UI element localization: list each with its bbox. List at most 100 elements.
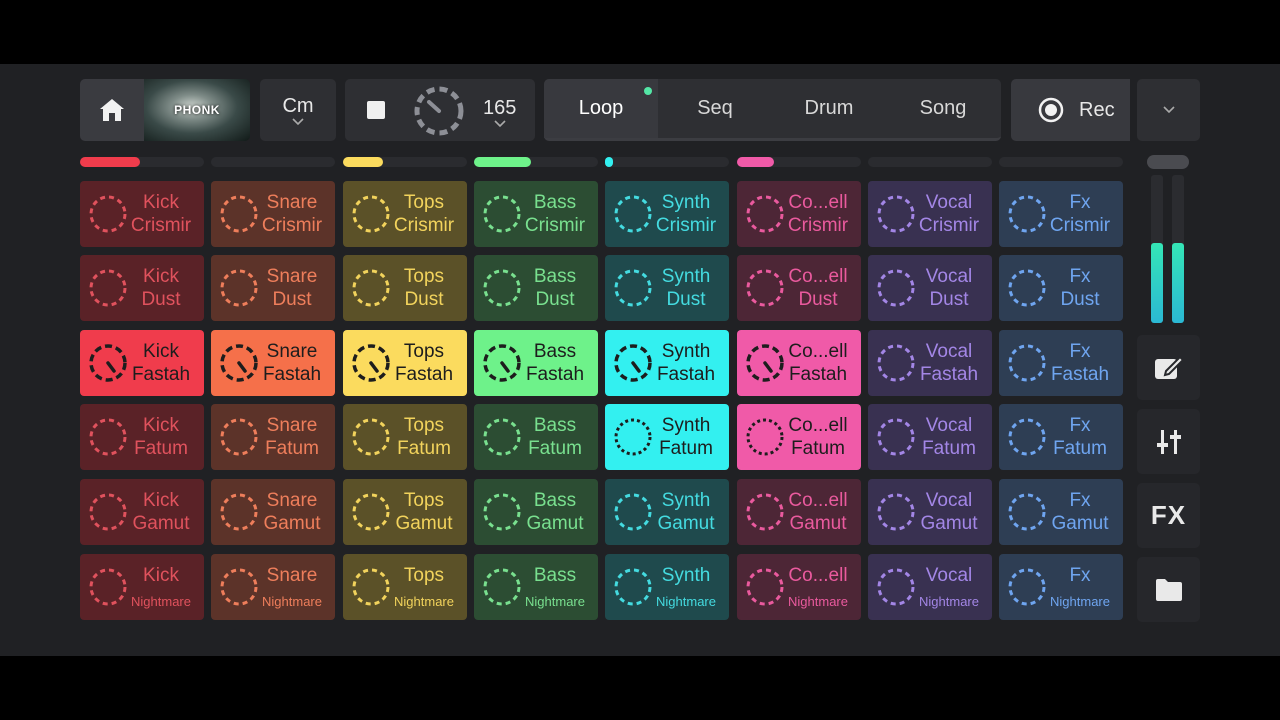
pad-coell-dust[interactable]: Co...ell Dust: [737, 255, 861, 321]
home-button[interactable]: [80, 79, 144, 141]
pad-fx-dust[interactable]: Fx Dust: [999, 255, 1123, 321]
pad-scene-name: Nightmare: [525, 594, 585, 609]
track-level-bar: [605, 157, 729, 167]
pad-track-name: Co...ell: [788, 341, 848, 362]
pad-scene-name: Crismir: [393, 215, 455, 236]
menu-dropdown-button[interactable]: [1137, 79, 1200, 141]
pad-fx-fatum[interactable]: Fx Fatum: [999, 404, 1123, 470]
stop-button[interactable]: [367, 101, 385, 119]
tab-drum[interactable]: Drum: [772, 79, 886, 138]
pad-snare-nightmare[interactable]: Snare Nightmare: [211, 554, 335, 620]
pad-vocal-fatum[interactable]: Vocal Fatum: [868, 404, 992, 470]
pad-fx-fastah[interactable]: Fx Fastah: [999, 330, 1123, 396]
pad-scene-name: Dust: [535, 289, 575, 310]
pad-coell-gamut[interactable]: Co...ell Gamut: [737, 479, 861, 545]
pad-scene-name: Crismir: [918, 215, 980, 236]
pad-track-name: Co...ell: [788, 266, 848, 287]
pad-snare-fastah[interactable]: Snare Fastah: [211, 330, 335, 396]
pad-scene-name: Fatum: [659, 438, 713, 459]
pad-synth-nightmare[interactable]: Synth Nightmare: [605, 554, 729, 620]
pad-scene-name: Fastah: [131, 364, 191, 385]
pad-kick-gamut[interactable]: Kick Gamut: [80, 479, 204, 545]
pad-track-name: Bass: [533, 565, 577, 586]
key-selector[interactable]: Cm: [260, 79, 336, 141]
pad-synth-fastah[interactable]: Synth Fastah: [605, 330, 729, 396]
track-level-fill: [343, 157, 383, 167]
pad-scene-name: Fastah: [919, 364, 979, 385]
files-button[interactable]: [1137, 557, 1200, 622]
pad-scene-name: Gamut: [526, 513, 584, 534]
pad-vocal-nightmare[interactable]: Vocal Nightmare: [868, 554, 992, 620]
pad-kick-nightmare[interactable]: Kick Nightmare: [80, 554, 204, 620]
pad-vocal-crismir[interactable]: Vocal Crismir: [868, 181, 992, 247]
pad-synth-crismir[interactable]: Synth Crismir: [605, 181, 729, 247]
pad-bass-fatum[interactable]: Bass Fatum: [474, 404, 598, 470]
pad-bass-dust[interactable]: Bass Dust: [474, 255, 598, 321]
tab-loop[interactable]: Loop: [544, 79, 658, 138]
pad-bass-gamut[interactable]: Bass Gamut: [474, 479, 598, 545]
tab-seq[interactable]: Seq: [658, 79, 772, 138]
pad-kick-fastah[interactable]: Kick Fastah: [80, 330, 204, 396]
pad-snare-gamut[interactable]: Snare Gamut: [211, 479, 335, 545]
pad-coell-nightmare[interactable]: Co...ell Nightmare: [737, 554, 861, 620]
pad-track-name: Snare: [266, 266, 318, 287]
pad-fx-nightmare[interactable]: Fx Nightmare: [999, 554, 1123, 620]
key-value: Cm: [282, 94, 314, 117]
master-volume[interactable]: [1147, 155, 1189, 323]
pad-tops-dust[interactable]: Tops Dust: [343, 255, 467, 321]
pad-track-name: Synth: [661, 266, 711, 287]
pad-vocal-gamut[interactable]: Vocal Gamut: [868, 479, 992, 545]
volume-knob[interactable]: [1147, 155, 1189, 169]
pad-scene-name: Dust: [798, 289, 838, 310]
pad-track-name: Synth: [661, 490, 711, 511]
track-level-bar: [211, 157, 335, 167]
tempo-value[interactable]: 165: [483, 97, 516, 128]
pad-scene-name: Fatum: [397, 438, 451, 459]
pad-snare-crismir[interactable]: Snare Crismir: [211, 181, 335, 247]
pad-track-name: Kick: [143, 490, 179, 511]
pad-tops-gamut[interactable]: Tops Gamut: [343, 479, 467, 545]
pad-tops-fatum[interactable]: Tops Fatum: [343, 404, 467, 470]
record-button[interactable]: Rec: [1011, 79, 1130, 141]
pad-fx-gamut[interactable]: Fx Gamut: [999, 479, 1123, 545]
pad-fx-crismir[interactable]: Fx Crismir: [999, 181, 1123, 247]
fx-button[interactable]: FX: [1137, 483, 1200, 548]
tempo-dial[interactable]: [413, 85, 465, 137]
pad-scene-name: Gamut: [263, 513, 321, 534]
pad-vocal-dust[interactable]: Vocal Dust: [868, 255, 992, 321]
mixer-button[interactable]: [1137, 409, 1200, 474]
track-level-bar: [80, 157, 204, 167]
pad-tops-nightmare[interactable]: Tops Nightmare: [343, 554, 467, 620]
pad-snare-dust[interactable]: Snare Dust: [211, 255, 335, 321]
pad-bass-crismir[interactable]: Bass Crismir: [474, 181, 598, 247]
pad-scene-name: Dust: [141, 289, 181, 310]
pad-scene-name: Nightmare: [131, 594, 191, 609]
kit-artwork[interactable]: PHONK: [144, 79, 250, 141]
chevron-down-icon: [1162, 106, 1175, 114]
pad-synth-dust[interactable]: Synth Dust: [605, 255, 729, 321]
pad-kick-crismir[interactable]: Kick Crismir: [80, 181, 204, 247]
pad-scene-name: Gamut: [920, 513, 978, 534]
track-level-bar: [868, 157, 992, 167]
pad-coell-fatum[interactable]: Co...ell Fatum: [737, 404, 861, 470]
pad-coell-crismir[interactable]: Co...ell Crismir: [737, 181, 861, 247]
pad-tops-fastah[interactable]: Tops Fastah: [343, 330, 467, 396]
tab-label: Loop: [578, 97, 624, 119]
pad-bass-fastah[interactable]: Bass Fastah: [474, 330, 598, 396]
pad-track-name: Snare: [266, 565, 318, 586]
pad-scene-name: Crismir: [524, 215, 586, 236]
pad-track-name: Snare: [266, 415, 318, 436]
pad-coell-fastah[interactable]: Co...ell Fastah: [737, 330, 861, 396]
pad-synth-fatum[interactable]: Synth Fatum: [605, 404, 729, 470]
pad-snare-fatum[interactable]: Snare Fatum: [211, 404, 335, 470]
pad-tops-crismir[interactable]: Tops Crismir: [343, 181, 467, 247]
pad-scene-name: Crismir: [787, 215, 849, 236]
pad-kick-dust[interactable]: Kick Dust: [80, 255, 204, 321]
record-icon: [1038, 97, 1064, 123]
pad-vocal-fastah[interactable]: Vocal Fastah: [868, 330, 992, 396]
pad-kick-fatum[interactable]: Kick Fatum: [80, 404, 204, 470]
pad-bass-nightmare[interactable]: Bass Nightmare: [474, 554, 598, 620]
edit-button[interactable]: [1137, 335, 1200, 400]
tab-song[interactable]: Song: [886, 79, 1000, 138]
pad-synth-gamut[interactable]: Synth Gamut: [605, 479, 729, 545]
